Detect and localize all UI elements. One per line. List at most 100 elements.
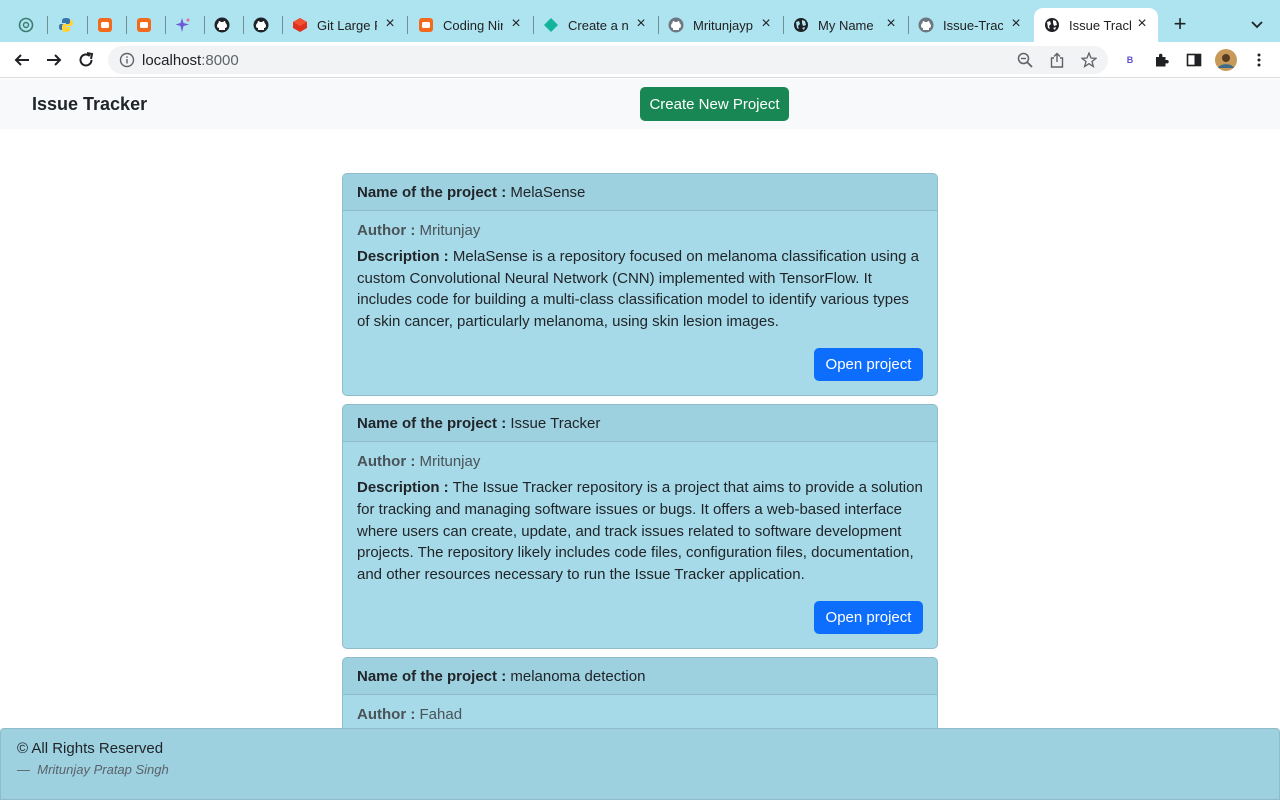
card-header: Name of the project : melanoma detection [343, 658, 937, 696]
project-list: Name of the project : MelaSense Author :… [342, 173, 938, 746]
tab-title: Issue Track [1069, 17, 1131, 33]
project-description: Description : The Issue Tracker reposito… [357, 477, 923, 585]
tab-gemini[interactable] [175, 8, 195, 42]
tab-github-2[interactable] [253, 8, 273, 42]
tab-openai[interactable] [18, 8, 38, 42]
project-card: Name of the project : MelaSense Author :… [342, 173, 938, 397]
tab-separator [126, 16, 127, 34]
card-header: Name of the project : Issue Tracker [343, 405, 937, 443]
project-name-label: Name of the project : [357, 415, 507, 433]
page-footer: © All Rights Reserved — Mritunjay Pratap… [0, 728, 1280, 800]
footer-rights: © All Rights Reserved [17, 740, 164, 757]
author-name: Mritunjay [419, 453, 481, 471]
description-label: Description : [357, 248, 449, 265]
globe-icon [1044, 17, 1060, 33]
close-icon[interactable]: × [508, 16, 524, 32]
sparkle-icon [175, 17, 191, 33]
tab-my-name[interactable]: My Name × [793, 8, 907, 42]
footer-signature: — Mritunjay Pratap Singh [17, 762, 1263, 777]
tab-coding-ninjas-3[interactable]: Coding Nin × [418, 8, 532, 42]
url-host: localhost [142, 52, 202, 69]
avatar[interactable] [1215, 49, 1237, 71]
coding-ninjas-icon [136, 17, 152, 33]
github-icon [214, 17, 230, 33]
author-label: Author : [357, 222, 416, 239]
side-panel-icon[interactable] [1186, 52, 1202, 68]
project-name: Issue Tracker [510, 415, 601, 433]
signature-dash: — [17, 762, 30, 777]
tab-separator [658, 16, 659, 34]
close-icon[interactable]: × [382, 16, 398, 32]
tab-title: Git Large F [317, 17, 377, 33]
close-icon[interactable]: × [883, 16, 899, 32]
forward-arrow-icon[interactable] [44, 50, 64, 70]
tab-issue-tracker-active[interactable]: Issue Track × [1034, 8, 1158, 42]
zoom-icon[interactable] [1017, 52, 1033, 68]
close-icon[interactable]: × [1134, 16, 1150, 32]
tab-separator [282, 16, 283, 34]
close-icon[interactable]: × [1008, 16, 1024, 32]
share-icon[interactable] [1049, 52, 1065, 68]
author-label: Author : [357, 453, 416, 471]
project-author: Author : Mritunjay [357, 453, 923, 470]
tab-title: Create a ne [568, 17, 628, 33]
project-author: Author : Fahad [357, 706, 923, 723]
address-bar[interactable]: localhost:8000 [108, 46, 1108, 74]
create-new-project-button[interactable]: Create New Project [640, 87, 789, 121]
tab-python[interactable] [58, 8, 78, 42]
card-body: Author : Mritunjay Description : The Iss… [343, 442, 937, 648]
author-name: Fahad [419, 706, 463, 724]
tab-separator [783, 16, 784, 34]
card-body: Author : Mritunjay Description : MelaSen… [343, 211, 937, 395]
coding-ninjas-icon [97, 17, 113, 33]
card-header: Name of the project : MelaSense [343, 174, 937, 211]
chevron-down-icon[interactable] [1249, 16, 1265, 32]
python-icon [58, 17, 74, 33]
tab-github[interactable] [214, 8, 234, 42]
github-icon [918, 17, 934, 33]
app-brand[interactable]: Issue Tracker [32, 94, 147, 115]
signature-name: Mritunjay Pratap Singh [37, 762, 169, 777]
tab-git-lfs[interactable]: Git Large F × [292, 8, 406, 42]
open-project-button[interactable]: Open project [814, 348, 923, 382]
close-icon[interactable]: × [633, 16, 649, 32]
project-name: melanoma detection [510, 668, 646, 686]
tab-title: Issue-Trac [943, 17, 1003, 33]
tab-title: Coding Nin [443, 17, 503, 33]
tab-coding-ninjas-2[interactable] [136, 8, 156, 42]
tab-separator [243, 16, 244, 34]
tab-separator [533, 16, 534, 34]
tab-create[interactable]: Create a ne × [543, 8, 657, 42]
tab-issue-tracker-repo[interactable]: Issue-Trac × [918, 8, 1032, 42]
bookmark-star-icon[interactable] [1080, 51, 1098, 68]
extension-b-icon[interactable]: B [1122, 52, 1138, 68]
tab-separator [165, 16, 166, 34]
author-name: Mritunjay [419, 222, 481, 239]
info-icon[interactable] [119, 52, 135, 68]
project-description: Description : MelaSense is a repository … [357, 246, 923, 332]
project-author: Author : Mritunjay [357, 222, 923, 239]
description-label: Description : [357, 479, 449, 497]
github-icon [668, 17, 684, 33]
coding-ninjas-icon [418, 17, 434, 33]
open-project-button[interactable]: Open project [814, 601, 923, 635]
tab-github-profile[interactable]: Mritunjayp × [668, 8, 782, 42]
new-tab-plus-icon[interactable]: + [1170, 13, 1190, 35]
tab-title: Mritunjayp [693, 17, 753, 33]
globe-icon [793, 17, 809, 33]
tab-separator [47, 16, 48, 34]
tab-separator [204, 16, 205, 34]
project-name: MelaSense [510, 184, 586, 201]
back-arrow-icon[interactable] [12, 50, 32, 70]
git-lfs-icon [292, 17, 308, 33]
puzzle-icon[interactable] [1154, 52, 1170, 68]
tab-coding-ninjas[interactable] [97, 8, 117, 42]
reload-icon[interactable] [76, 50, 96, 70]
close-icon[interactable]: × [758, 16, 774, 32]
project-card: Name of the project : Issue Tracker Auth… [342, 404, 938, 650]
browser-tab-strip: Git Large F × Coding Nin × Create a ne ×… [0, 0, 1280, 42]
project-card: Name of the project : melanoma detection… [342, 657, 938, 739]
tab-title: My Name [818, 17, 874, 33]
more-vert-icon[interactable] [1251, 52, 1267, 68]
openai-icon [18, 17, 34, 33]
